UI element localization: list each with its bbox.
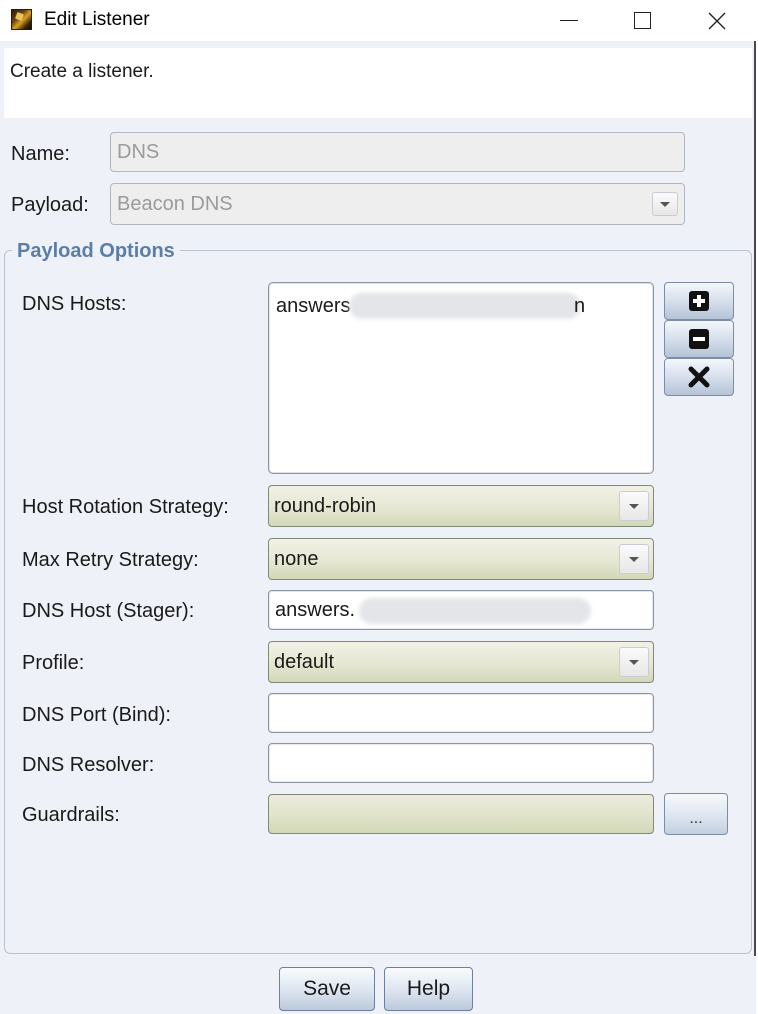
title-bar: Edit Listener — [0, 0, 756, 41]
profile-label: Profile: — [22, 652, 85, 674]
button-bar — [0, 956, 756, 1014]
guardrails-label: Guardrails: — [22, 804, 120, 826]
guardrails-edit-button[interactable]: ... — [664, 793, 728, 835]
chevron-down-icon[interactable] — [619, 491, 649, 521]
redaction-blur — [359, 598, 591, 624]
save-button[interactable]: Save — [279, 967, 375, 1011]
name-value: DNS — [117, 140, 160, 163]
payload-value: Beacon DNS — [117, 192, 233, 215]
description-text: Create a listener. — [10, 61, 154, 82]
remove-host-button[interactable] — [664, 320, 734, 358]
description-panel: Create a listener. — [4, 48, 752, 118]
dns-resolver-input[interactable] — [268, 743, 654, 783]
clear-hosts-button[interactable] — [664, 358, 734, 396]
guardrails-field[interactable] — [268, 794, 654, 834]
profile-value: default — [274, 650, 335, 673]
redaction-blur — [349, 293, 581, 319]
dns-host-text: answers — [276, 295, 351, 317]
edit-listener-dialog: Edit Listener Create a listener. Name: D… — [0, 0, 756, 1014]
window-title: Edit Listener — [44, 9, 150, 30]
host-rotation-label: Host Rotation Strategy: — [22, 496, 229, 518]
maximize-icon[interactable] — [615, 0, 669, 41]
app-icon — [11, 9, 32, 30]
dns-host-suffix: n — [574, 295, 586, 317]
chevron-down-icon[interactable] — [619, 647, 649, 677]
dns-port-label: DNS Port (Bind): — [22, 704, 171, 726]
max-retry-select[interactable]: none — [268, 538, 654, 580]
help-button[interactable]: Help — [384, 967, 473, 1011]
host-rotation-value: round-robin — [274, 494, 377, 517]
dns-port-input[interactable] — [268, 693, 654, 733]
dns-stager-input[interactable]: answers. — [268, 590, 654, 630]
chevron-down-icon[interactable] — [652, 192, 678, 216]
payload-label: Payload: — [11, 194, 89, 216]
payload-select[interactable]: Beacon DNS — [110, 183, 685, 225]
host-rotation-select[interactable]: round-robin — [268, 485, 654, 527]
close-icon[interactable] — [690, 0, 744, 41]
x-icon — [688, 366, 710, 388]
name-label: Name: — [11, 143, 70, 165]
minimize-icon[interactable] — [542, 0, 596, 41]
dns-hosts-label: DNS Hosts: — [22, 293, 127, 315]
dns-stager-label: DNS Host (Stager): — [22, 600, 195, 622]
name-field[interactable]: DNS — [110, 132, 685, 172]
payload-options-title: Payload Options — [12, 240, 180, 263]
dns-hosts-list[interactable]: answers n — [268, 282, 654, 474]
minus-icon — [689, 329, 709, 349]
max-retry-label: Max Retry Strategy: — [22, 549, 199, 571]
max-retry-value: none — [274, 547, 319, 570]
profile-select[interactable]: default — [268, 641, 654, 683]
list-item[interactable]: answers — [276, 295, 350, 318]
dns-stager-value: answers. — [275, 598, 356, 621]
dns-resolver-label: DNS Resolver: — [22, 754, 155, 776]
add-host-button[interactable] — [664, 282, 734, 320]
chevron-down-icon[interactable] — [619, 544, 649, 574]
plus-icon — [689, 291, 709, 311]
